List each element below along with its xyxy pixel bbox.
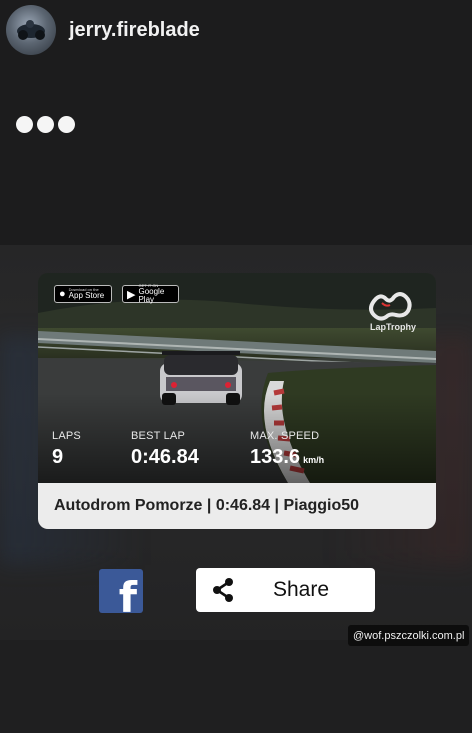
max-speed-unit: km/h [303, 455, 325, 465]
max-speed-value: 133.6 [250, 446, 301, 468]
mention-sticker[interactable]: @wof.pszczolki.com.pl [348, 625, 470, 646]
facebook-share-button[interactable]: f [99, 569, 143, 613]
share-label: Share [273, 578, 330, 601]
lap-summary-card: ● Download on the App Store ▶ GET IT ON … [38, 273, 436, 529]
username[interactable]: jerry.fireblade [69, 19, 200, 42]
best-lap-label: BEST LAP [131, 430, 185, 442]
max-speed-stat: MAX. SPEED 133.6 km/h [250, 430, 324, 469]
facebook-icon: f [118, 573, 137, 614]
apple-icon: ● [59, 288, 66, 300]
dot [16, 116, 33, 133]
best-lap-value: 0:46.84 [131, 446, 199, 468]
lap-summary-text: Autodrom Pomorze | 0:46.84 | Piaggio50 [38, 483, 436, 529]
laps-stat: LAPS 9 [52, 430, 81, 469]
more-options-icon[interactable] [16, 116, 75, 133]
app-store-badge[interactable]: ● Download on the App Store [54, 285, 112, 303]
race-photo: ● Download on the App Store ▶ GET IT ON … [38, 273, 436, 483]
avatar[interactable] [6, 5, 56, 55]
story-header: jerry.fireblade [6, 4, 200, 56]
google-play-badge[interactable]: ▶ GET IT ON Google Play [122, 284, 179, 304]
dot [58, 116, 75, 133]
dot [37, 116, 54, 133]
badge-label: App Store [68, 291, 105, 300]
share-icon [213, 578, 233, 602]
share-button[interactable]: Share [196, 568, 375, 612]
laps-value: 9 [52, 446, 64, 468]
badge-label: Google Play [138, 287, 165, 304]
laps-label: LAPS [52, 430, 81, 442]
max-speed-value-row: 133.6 km/h [250, 446, 324, 469]
brand-name: LapTrophy [369, 322, 416, 332]
laptrophy-logo: LapTrophy [364, 289, 422, 332]
motorcycle-icon [17, 20, 45, 40]
best-lap-stat: BEST LAP 0:46.84 [131, 430, 199, 469]
max-speed-label: MAX. SPEED [250, 430, 320, 442]
laptrophy-logo-icon [369, 292, 412, 321]
google-play-icon: ▶ [127, 288, 136, 301]
